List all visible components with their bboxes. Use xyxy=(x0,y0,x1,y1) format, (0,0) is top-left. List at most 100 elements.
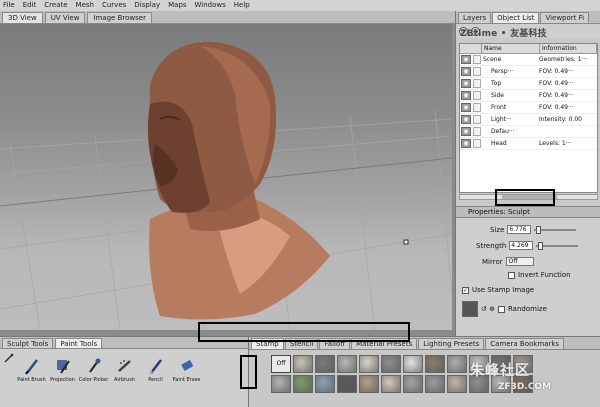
row-info: FOV: 0.49··· xyxy=(539,68,574,75)
color-picker-tool[interactable]: Color Picker xyxy=(78,357,109,383)
tab-sculpt-tools[interactable]: Sculpt Tools xyxy=(2,338,54,348)
paint-brush-tool[interactable]: Paint Brush xyxy=(17,357,46,383)
table-row[interactable]: ◉ Persp··· FOV: 0.49··· xyxy=(460,66,597,78)
eye-icon[interactable]: ◉ xyxy=(461,115,471,124)
stamp-swatch[interactable] xyxy=(425,375,445,393)
stamp-preview[interactable] xyxy=(462,301,478,317)
stamp-swatch[interactable] xyxy=(381,375,401,393)
column-name[interactable]: Name xyxy=(482,44,540,53)
stamp-swatch[interactable] xyxy=(359,375,379,393)
stamp-row: ✓ Use Stamp Image xyxy=(462,286,534,294)
randomize-checkbox[interactable] xyxy=(497,305,505,313)
tool-label: Color Picker xyxy=(78,377,109,383)
tab-3d-view[interactable]: 3D View xyxy=(2,12,43,23)
menu-edit[interactable]: Edit xyxy=(23,0,37,11)
row-info: Intensity: 0.00 xyxy=(539,116,582,123)
eye-icon[interactable]: ◉ xyxy=(461,103,471,112)
stamp-swatch[interactable] xyxy=(403,355,423,373)
object-list-table: Name Information ◉ Scene Geometries: 1··… xyxy=(459,43,598,193)
menu-curves[interactable]: Curves xyxy=(102,0,126,11)
mirror-select[interactable]: Off xyxy=(505,257,534,266)
table-row[interactable]: ◉ Top FOV: 0.49··· xyxy=(460,78,597,90)
size-slider[interactable] xyxy=(534,225,577,234)
stamp-swatch[interactable] xyxy=(337,355,357,373)
table-row[interactable]: ◉ Defau··· xyxy=(460,126,597,138)
menu-help[interactable]: Help xyxy=(234,0,250,11)
lock-icon[interactable] xyxy=(473,79,481,88)
stamp-swatch[interactable] xyxy=(315,355,335,373)
color-picker-icon xyxy=(86,357,102,375)
projection-tool[interactable]: Projection xyxy=(49,357,76,383)
strength-input[interactable]: 4.269 xyxy=(509,241,534,250)
eye-icon[interactable]: ◉ xyxy=(461,127,471,136)
rotate-icon[interactable]: ↺ ⊕ xyxy=(481,305,495,313)
lock-icon[interactable] xyxy=(473,127,481,136)
stamp-swatch[interactable] xyxy=(271,375,291,393)
stamp-swatch[interactable] xyxy=(337,375,357,393)
stamp-swatch[interactable] xyxy=(425,355,445,373)
stamp-swatch[interactable] xyxy=(359,355,379,373)
column-information[interactable]: Information xyxy=(540,44,597,53)
paint-erase-tool[interactable]: Paint Erase xyxy=(173,357,200,383)
strength-slider[interactable] xyxy=(536,241,579,250)
tab-object-list[interactable]: Object List xyxy=(492,12,540,23)
tab-paint-tools[interactable]: Paint Tools xyxy=(55,338,103,348)
stamp-swatch[interactable] xyxy=(293,355,313,373)
tab-uv-view[interactable]: UV View xyxy=(44,12,86,23)
paint-tool-row: Paint Brush Projection Color Picker Airb… xyxy=(17,357,200,383)
table-row[interactable]: ◉ Scene Geometries: 1··· xyxy=(460,54,597,66)
invert-label: Invert Function xyxy=(518,271,571,279)
airbrush-tool[interactable]: Airbrush xyxy=(111,357,138,383)
eye-icon[interactable]: ◉ xyxy=(461,67,471,76)
palette-menu-icon[interactable] xyxy=(4,353,14,363)
menu-create[interactable]: Create xyxy=(44,0,67,11)
menu-maps[interactable]: Maps xyxy=(168,0,186,11)
pencil-icon xyxy=(148,357,164,375)
eye-icon[interactable]: ◉ xyxy=(461,55,471,64)
stamp-swatch[interactable] xyxy=(403,375,423,393)
3d-viewport[interactable] xyxy=(0,24,452,330)
stamp-off-button[interactable]: Off xyxy=(271,355,291,373)
stamp-swatch[interactable] xyxy=(293,375,313,393)
row-name: Scene xyxy=(483,56,502,63)
table-row[interactable]: ◉ Light··· Intensity: 0.00 xyxy=(460,114,597,126)
tool-label: Pencil xyxy=(148,377,163,383)
menu-file[interactable]: File xyxy=(3,0,15,11)
size-input[interactable]: 6.776 xyxy=(507,225,532,234)
invert-checkbox[interactable] xyxy=(508,271,515,279)
lock-icon[interactable] xyxy=(473,103,481,112)
row-name: Top xyxy=(491,80,502,87)
eye-icon[interactable]: ◉ xyxy=(461,79,471,88)
table-row[interactable]: ◉ Front FOV: 0.49··· xyxy=(460,102,597,114)
menu-mesh[interactable]: Mesh xyxy=(76,0,94,11)
eye-icon[interactable]: ◉ xyxy=(461,91,471,100)
mudbox-window: File Edit Create Mesh Curves Display Map… xyxy=(0,0,600,407)
row-name: Head xyxy=(491,140,507,147)
lock-icon[interactable] xyxy=(473,55,481,64)
tool-label: Airbrush xyxy=(113,377,136,383)
lock-icon[interactable] xyxy=(473,67,481,76)
stamp-swatch[interactable] xyxy=(447,355,467,373)
stamp-checkbox[interactable]: ✓ xyxy=(462,286,469,294)
strength-row: Strength 4.269 xyxy=(476,241,579,250)
tab-layers[interactable]: Layers xyxy=(458,12,492,23)
stamp-swatch[interactable] xyxy=(315,375,335,393)
tab-image-browser[interactable]: Image Browser xyxy=(87,12,152,23)
table-row[interactable]: ◉ Head Levels: 1··· xyxy=(460,138,597,150)
table-row[interactable]: ◉ Side FOV: 0.49··· xyxy=(460,90,597,102)
stamp-swatch[interactable] xyxy=(447,375,467,393)
stamp-swatch[interactable] xyxy=(381,355,401,373)
watermark-text: ZBtime • 友基科技 xyxy=(460,29,547,39)
menu-display[interactable]: Display xyxy=(134,0,160,11)
eye-icon[interactable]: ◉ xyxy=(461,139,471,148)
menu-windows[interactable]: Windows xyxy=(195,0,226,11)
lock-icon[interactable] xyxy=(473,115,481,124)
lock-icon[interactable] xyxy=(473,91,481,100)
pencil-tool[interactable]: Pencil xyxy=(142,357,169,383)
tab-viewport-filters[interactable]: Viewport Fi xyxy=(540,12,590,23)
highlight-box-palette-side xyxy=(240,355,257,389)
tab-lighting-presets[interactable]: Lighting Presets xyxy=(418,338,485,349)
lock-icon[interactable] xyxy=(473,139,481,148)
tab-camera-bookmarks[interactable]: Camera Bookmarks xyxy=(485,338,565,349)
row-info: Geometries: 1··· xyxy=(539,56,588,63)
